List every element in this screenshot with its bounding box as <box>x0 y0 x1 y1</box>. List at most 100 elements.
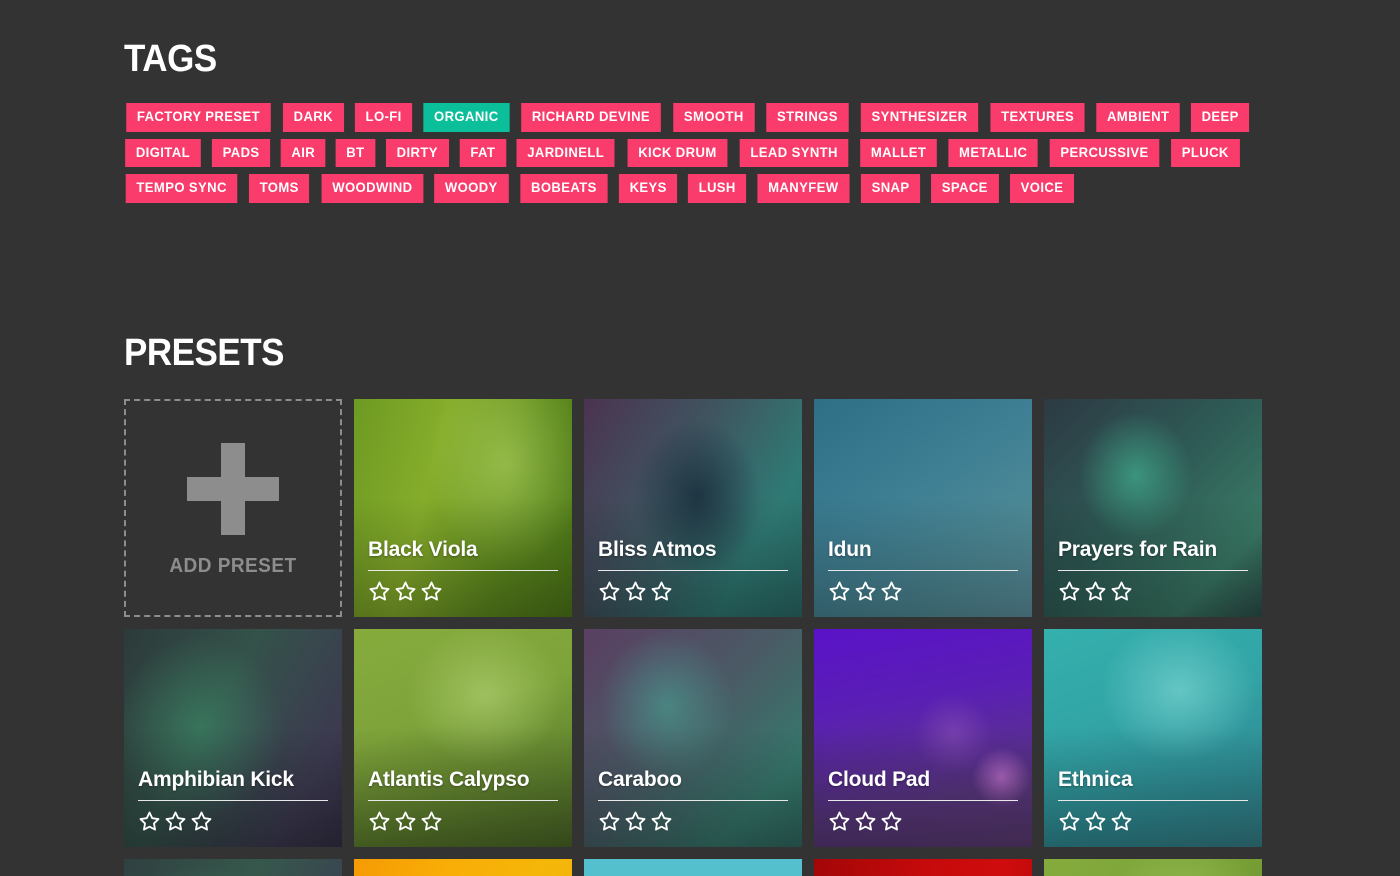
preset-title: Caraboo <box>598 768 682 792</box>
tag-strings[interactable]: STRINGS <box>766 103 849 132</box>
star-icon[interactable] <box>164 810 187 833</box>
tag-air[interactable]: AIR <box>280 138 326 167</box>
tag-metallic[interactable]: METALLIC <box>948 138 1039 167</box>
tags-section: TAGS FACTORY PRESET DARK LO-FI ORGANIC RICHA… <box>124 38 1284 203</box>
star-icon[interactable] <box>598 810 621 833</box>
star-icon[interactable] <box>854 580 877 603</box>
preset-card[interactable]: Ethnica <box>1044 629 1262 847</box>
tag-lo-fi[interactable]: LO-FI <box>354 103 412 132</box>
tag-pads[interactable]: PADS <box>211 138 271 167</box>
preset-grid-next-row <box>124 859 1278 876</box>
preset-card[interactable] <box>354 859 572 876</box>
star-icon[interactable] <box>1110 580 1133 603</box>
rating-stars[interactable] <box>1058 810 1248 833</box>
tag-lush[interactable]: LUSH <box>687 174 747 203</box>
rating-stars[interactable] <box>828 580 1018 603</box>
rating-stars[interactable] <box>598 580 788 603</box>
tag-digital[interactable]: DIGITAL <box>125 138 201 167</box>
preset-card[interactable]: Bliss Atmos <box>584 399 802 617</box>
rating-stars[interactable] <box>598 810 788 833</box>
star-icon[interactable] <box>394 810 417 833</box>
tag-voice[interactable]: VOICE <box>1009 174 1074 203</box>
star-icon[interactable] <box>1084 810 1107 833</box>
tag-synthesizer[interactable]: SYNTHESIZER <box>860 103 978 132</box>
star-icon[interactable] <box>1058 580 1081 603</box>
preset-title: Idun <box>828 538 872 562</box>
star-icon[interactable] <box>650 580 673 603</box>
star-icon[interactable] <box>828 810 851 833</box>
tag-mallet[interactable]: MALLET <box>860 138 937 167</box>
tag-pluck[interactable]: PLUCK <box>1171 138 1240 167</box>
preset-card[interactable]: Black Viola <box>354 399 572 617</box>
star-icon[interactable] <box>420 810 443 833</box>
star-icon[interactable] <box>190 810 213 833</box>
star-icon[interactable] <box>1084 580 1107 603</box>
tag-deep[interactable]: DEEP <box>1190 103 1250 132</box>
preset-card-body: Cloud Pad <box>828 769 1018 833</box>
add-preset-card[interactable]: ADD PRESET <box>124 399 342 617</box>
preset-divider <box>1058 799 1248 801</box>
tag-factory-preset[interactable]: FACTORY PRESET <box>126 103 271 132</box>
preset-card[interactable]: Prayers for Rain <box>1044 399 1262 617</box>
tag-dark[interactable]: DARK <box>282 103 344 132</box>
star-icon[interactable] <box>1110 810 1133 833</box>
star-icon[interactable] <box>624 580 647 603</box>
tag-tempo-sync[interactable]: TEMPO SYNC <box>125 174 238 203</box>
star-icon[interactable] <box>394 580 417 603</box>
preset-card[interactable]: Cloud Pad <box>814 629 1032 847</box>
tag-bobeats[interactable]: BOBEATS <box>520 174 608 203</box>
preset-card[interactable]: Atlantis Calypso <box>354 629 572 847</box>
star-icon[interactable] <box>828 580 851 603</box>
preset-card[interactable] <box>1044 859 1262 876</box>
tag-woody[interactable]: WOODY <box>434 174 509 203</box>
preset-card[interactable] <box>814 859 1032 876</box>
tag-ambient[interactable]: AMBIENT <box>1096 103 1180 132</box>
star-icon[interactable] <box>598 580 621 603</box>
rating-stars[interactable] <box>1058 580 1248 603</box>
preset-title: Ethnica <box>1058 768 1133 792</box>
rating-stars[interactable] <box>138 810 328 833</box>
tag-woodwind[interactable]: WOODWIND <box>321 174 423 203</box>
tag-richard-devine[interactable]: RICHARD DEVINE <box>521 103 662 132</box>
star-icon[interactable] <box>854 810 877 833</box>
tag-snap[interactable]: SNAP <box>860 174 921 203</box>
star-icon[interactable] <box>138 810 161 833</box>
star-icon[interactable] <box>420 580 443 603</box>
preset-title: Bliss Atmos <box>598 538 717 562</box>
preset-title: Prayers for Rain <box>1058 538 1218 562</box>
rating-stars[interactable] <box>368 580 558 603</box>
preset-card[interactable] <box>124 859 342 876</box>
star-icon[interactable] <box>624 810 647 833</box>
preset-card[interactable] <box>584 859 802 876</box>
tag-kick-drum[interactable]: KICK DRUM <box>627 138 728 167</box>
star-icon[interactable] <box>1058 810 1081 833</box>
preset-card[interactable]: Idun <box>814 399 1032 617</box>
preset-card-body: Bliss Atmos <box>598 539 788 603</box>
star-icon[interactable] <box>880 580 903 603</box>
tag-textures[interactable]: TEXTURES <box>990 103 1085 132</box>
tag-manyfew[interactable]: MANYFEW <box>757 174 850 203</box>
preset-card-body: Atlantis Calypso <box>368 769 558 833</box>
star-icon[interactable] <box>650 810 673 833</box>
preset-title: Atlantis Calypso <box>368 768 530 792</box>
preset-card[interactable]: Caraboo <box>584 629 802 847</box>
tag-keys[interactable]: KEYS <box>618 174 678 203</box>
tag-bt[interactable]: BT <box>335 138 376 167</box>
star-icon[interactable] <box>368 810 391 833</box>
tag-percussive[interactable]: PERCUSSIVE <box>1050 138 1160 167</box>
tag-space[interactable]: SPACE <box>931 174 999 203</box>
preset-artwork <box>124 859 342 876</box>
star-icon[interactable] <box>368 580 391 603</box>
tag-toms[interactable]: TOMS <box>249 174 310 203</box>
tag-jardinell[interactable]: JARDINELL <box>516 138 616 167</box>
tag-smooth[interactable]: SMOOTH <box>673 103 755 132</box>
tag-organic[interactable]: ORGANIC <box>423 103 509 132</box>
tag-dirty[interactable]: DIRTY <box>386 138 449 167</box>
preset-divider <box>1058 569 1248 571</box>
preset-card[interactable]: Amphibian Kick <box>124 629 342 847</box>
tag-lead-synth[interactable]: LEAD SYNTH <box>739 138 849 167</box>
rating-stars[interactable] <box>368 810 558 833</box>
star-icon[interactable] <box>880 810 903 833</box>
tag-fat[interactable]: FAT <box>459 138 506 167</box>
rating-stars[interactable] <box>828 810 1018 833</box>
